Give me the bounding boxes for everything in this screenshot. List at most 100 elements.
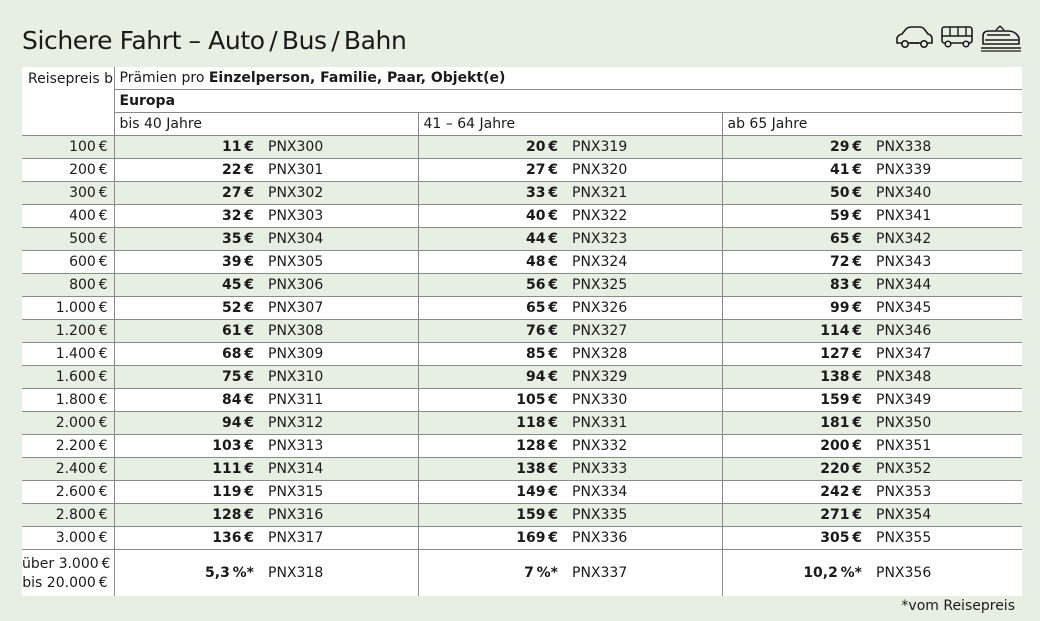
reisepreis-cell: 600 € xyxy=(22,250,115,274)
tariff-code: PNX341 xyxy=(874,204,1023,228)
tariff-code: PNX337 xyxy=(570,549,723,596)
reisepreis-cell: 1.400 € xyxy=(22,342,115,366)
region-header: Europa xyxy=(114,89,1023,113)
tariff-code: PNX307 xyxy=(266,296,419,320)
tariff-code: PNX324 xyxy=(570,250,723,274)
tariff-code: PNX325 xyxy=(570,273,723,297)
table-row: 600 €39 € PNX305 48 € PNX324 72 € PNX343 xyxy=(22,250,1023,274)
premium-amount: 105 € xyxy=(418,388,570,412)
premium-percent: 5,3 %* xyxy=(114,549,266,596)
tariff-code: PNX305 xyxy=(266,250,419,274)
table-row: 1.600 €75 € PNX310 94 € PNX329 138 € PNX348 xyxy=(22,365,1023,389)
premium-amount: 138 € xyxy=(418,457,570,481)
premium-amount: 29 € xyxy=(722,135,874,159)
tariff-code: PNX335 xyxy=(570,503,723,527)
premium-amount: 99 € xyxy=(722,296,874,320)
premium-amount: 72 € xyxy=(722,250,874,274)
tariff-code: PNX331 xyxy=(570,411,723,435)
tariff-code: PNX318 xyxy=(266,549,419,596)
premium-amount: 76 € xyxy=(418,319,570,343)
reisepreis-cell: 2.800 € xyxy=(22,503,115,527)
tariff-code: PNX323 xyxy=(570,227,723,251)
footnote: *vom Reisepreis xyxy=(901,598,1015,614)
reisepreis-cell: 1.800 € xyxy=(22,388,115,412)
tariff-code: PNX327 xyxy=(570,319,723,343)
tariff-code: PNX346 xyxy=(874,319,1023,343)
tariff-code: PNX304 xyxy=(266,227,419,251)
tariff-code: PNX356 xyxy=(874,549,1023,596)
premium-amount: 169 € xyxy=(418,526,570,550)
reisepreis-cell: über 3.000 € bis 20.000 € xyxy=(22,549,115,596)
premium-amount: 159 € xyxy=(722,388,874,412)
premium-amount: 111 € xyxy=(114,457,266,481)
premium-amount: 271 € xyxy=(722,503,874,527)
premium-amount: 20 € xyxy=(418,135,570,159)
premium-amount: 45 € xyxy=(114,273,266,297)
bus-icon xyxy=(941,26,973,48)
tariff-code: PNX320 xyxy=(570,158,723,182)
table-row: 2.600 €119 € PNX315 149 € PNX334 242 € PNX353 xyxy=(22,480,1023,504)
tariff-code: PNX342 xyxy=(874,227,1023,251)
tariff-code: PNX314 xyxy=(266,457,419,481)
tariff-code: PNX336 xyxy=(570,526,723,550)
premium-amount: 127 € xyxy=(722,342,874,366)
premium-amount: 56 € xyxy=(418,273,570,297)
premium-amount: 83 € xyxy=(722,273,874,297)
premium-amount: 44 € xyxy=(418,227,570,251)
premium-amount: 59 € xyxy=(722,204,874,228)
tariff-code: PNX303 xyxy=(266,204,419,228)
reisepreis-cell: 200 € xyxy=(22,158,115,182)
reisepreis-cell: 400 € xyxy=(22,204,115,228)
premium-amount: 305 € xyxy=(722,526,874,550)
tariff-code: PNX340 xyxy=(874,181,1023,205)
tariff-code: PNX351 xyxy=(874,434,1023,458)
table-row: 500 €35 € PNX304 44 € PNX323 65 € PNX342 xyxy=(22,227,1023,251)
tariff-code: PNX330 xyxy=(570,388,723,412)
table-row: 400 €32 € PNX303 40 € PNX322 59 € PNX341 xyxy=(22,204,1023,228)
premium-amount: 40 € xyxy=(418,204,570,228)
premium-amount: 35 € xyxy=(114,227,266,251)
age-header-1: bis 40 Jahre xyxy=(114,112,419,136)
tariff-code: PNX308 xyxy=(266,319,419,343)
premium-amount: 138 € xyxy=(722,365,874,389)
tariff-code: PNX306 xyxy=(266,273,419,297)
tariff-code: PNX352 xyxy=(874,457,1023,481)
table-row: 800 €45 € PNX306 56 € PNX325 83 € PNX344 xyxy=(22,273,1023,297)
premium-amount: 181 € xyxy=(722,411,874,435)
tariff-code: PNX329 xyxy=(570,365,723,389)
tariff-code: PNX353 xyxy=(874,480,1023,504)
table-row: 3.000 €136 € PNX317 169 € PNX336 305 € PNX355 xyxy=(22,526,1023,550)
table-row: 1.000 €52 € PNX307 65 € PNX326 99 € PNX345 xyxy=(22,296,1023,320)
tariff-code: PNX321 xyxy=(570,181,723,205)
reisepreis-cell: 100 € xyxy=(22,135,115,159)
reisepreis-cell: 800 € xyxy=(22,273,115,297)
tariff-code: PNX302 xyxy=(266,181,419,205)
table-row: 2.400 €111 € PNX314 138 € PNX333 220 € PNX352 xyxy=(22,457,1023,481)
table-row: 1.200 €61 € PNX308 76 € PNX327 114 € PNX346 xyxy=(22,319,1023,343)
premium-percent: 7 %* xyxy=(418,549,570,596)
premium-amount: 128 € xyxy=(418,434,570,458)
table-row: über 3.000 € bis 20.000 € 5,3 %* PNX318 7 %*… xyxy=(22,549,1023,596)
premium-amount: 159 € xyxy=(418,503,570,527)
premium-amount: 61 € xyxy=(114,319,266,343)
tariff-code: PNX300 xyxy=(266,135,419,159)
premium-amount: 41 € xyxy=(722,158,874,182)
reisepreis-line-2: bis 20.000 € xyxy=(22,575,108,591)
tariff-code: PNX322 xyxy=(570,204,723,228)
reisepreis-header: Reisepreis bis xyxy=(22,67,115,136)
premium-amount: 52 € xyxy=(114,296,266,320)
tariff-code: PNX350 xyxy=(874,411,1023,435)
tariff-code: PNX349 xyxy=(874,388,1023,412)
table-row: 100 €11 € PNX300 20 € PNX319 29 € PNX338 xyxy=(22,135,1023,159)
premium-amount: 48 € xyxy=(418,250,570,274)
table-row: 200 €22 € PNX301 27 € PNX320 41 € PNX339 xyxy=(22,158,1023,182)
reisepreis-cell: 300 € xyxy=(22,181,115,205)
premium-amount: 200 € xyxy=(722,434,874,458)
table-row: 2.800 €128 € PNX316 159 € PNX335 271 € PNX354 xyxy=(22,503,1023,527)
table-row: 300 €27 € PNX302 33 € PNX321 50 € PNX340 xyxy=(22,181,1023,205)
table-row: 2.000 €94 € PNX312 118 € PNX331 181 € PNX350 xyxy=(22,411,1023,435)
premium-amount: 32 € xyxy=(114,204,266,228)
premium-amount: 103 € xyxy=(114,434,266,458)
tariff-code: PNX344 xyxy=(874,273,1023,297)
car-icon xyxy=(896,26,933,48)
